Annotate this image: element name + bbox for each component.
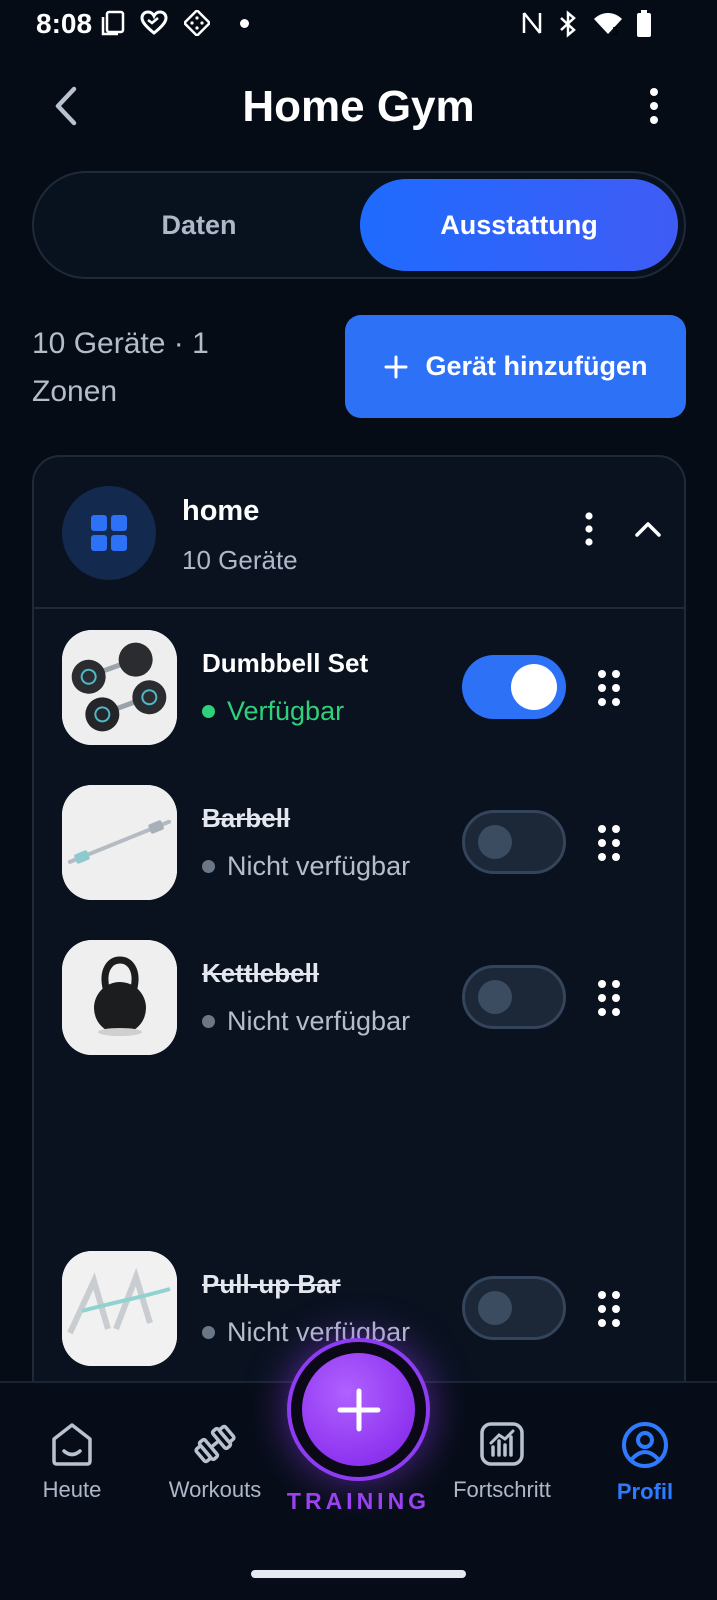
equipment-status-label: Nicht verfügbar	[227, 851, 411, 881]
status-bar: 8:08 5	[0, 0, 717, 48]
chevron-up-icon	[635, 522, 661, 537]
bluetooth-icon	[560, 10, 576, 38]
tab-daten[interactable]: Daten	[40, 179, 358, 271]
equipment-status-label: Nicht verfügbar	[227, 1006, 411, 1036]
add-equipment-label: Gerät hinzufügen	[425, 351, 648, 381]
nav-item-heute[interactable]: Heute	[2, 1421, 142, 1503]
home-icon	[52, 1423, 92, 1466]
zone-name: home	[182, 495, 260, 527]
availability-toggle[interactable]	[462, 965, 566, 1029]
page-title: Home Gym	[242, 82, 475, 131]
add-equipment-button[interactable]: Gerät hinzufügen	[345, 315, 686, 418]
profile-icon	[622, 1422, 668, 1468]
nav-label: Fortschritt	[453, 1477, 551, 1502]
dumbbells-image	[62, 630, 177, 745]
training-fab[interactable]	[287, 1338, 430, 1481]
svg-text:5: 5	[612, 25, 619, 36]
drag-handle-icon[interactable]	[594, 1289, 624, 1329]
segmented-tabs: Daten Ausstattung	[32, 171, 686, 279]
dumbbell-icon	[194, 1424, 236, 1464]
equipment-summary: 10 Geräte · 1 Zonen	[32, 327, 209, 408]
equipment-status: Nicht verfügbar	[202, 851, 410, 882]
equipment-row[interactable]: Barbell Nicht verfügbar	[34, 785, 684, 901]
tab-ausstattung[interactable]: Ausstattung	[360, 179, 678, 271]
availability-toggle[interactable]	[462, 1276, 566, 1340]
training-fab-button[interactable]	[302, 1353, 415, 1466]
zone-more-button[interactable]	[574, 507, 604, 551]
plus-icon	[384, 355, 407, 378]
drag-handle-icon[interactable]	[594, 668, 624, 708]
kettlebell-image	[62, 940, 177, 1055]
training-fab-label: TRAINING	[286, 1488, 431, 1514]
dice-app-icon	[184, 10, 210, 36]
equipment-name: Barbell	[202, 803, 291, 833]
drag-handle-icon[interactable]	[594, 978, 624, 1018]
pullup-bar-image	[62, 1251, 177, 1366]
zone-header[interactable]: home 10 Geräte	[34, 457, 684, 609]
equipment-row[interactable]: Dumbbell Set Verfügbar	[34, 630, 684, 746]
wifi-icon: 5	[594, 13, 622, 36]
app-header: Home Gym	[0, 70, 717, 142]
battery-icon	[637, 10, 651, 37]
heart-app-icon	[140, 10, 168, 35]
zone-device-count: 10 Geräte	[182, 545, 298, 575]
plus-icon	[337, 1388, 380, 1431]
equipment-status: Nicht verfügbar	[202, 1006, 410, 1037]
more-vertical-icon	[585, 512, 593, 546]
equipment-name: Kettlebell	[202, 958, 320, 988]
nav-item-profil[interactable]: Profil	[575, 1421, 715, 1505]
chart-icon	[480, 1422, 524, 1466]
nav-label: Workouts	[168, 1477, 262, 1502]
equipment-name: Dumbbell Set	[202, 648, 369, 678]
equipment-name: Pull-up Bar	[202, 1269, 341, 1299]
status-indicator	[202, 1015, 215, 1028]
zone-avatar	[62, 486, 156, 580]
zone-collapse-button[interactable]	[628, 509, 668, 549]
status-indicator	[202, 860, 215, 873]
screenshot-icon	[101, 10, 125, 36]
status-indicator	[202, 1326, 215, 1339]
drag-handle-icon[interactable]	[594, 823, 624, 863]
nav-label: Profil	[616, 1479, 674, 1504]
equipment-row[interactable]: Kettlebell Nicht verfügbar	[34, 940, 684, 1056]
grid-icon	[91, 515, 127, 551]
notification-dot-icon	[240, 19, 249, 28]
status-indicator	[202, 705, 215, 718]
availability-toggle[interactable]	[462, 655, 566, 719]
more-vertical-icon	[650, 88, 658, 124]
barbell-image	[62, 785, 177, 900]
equipment-status-label: Verfügbar	[227, 696, 345, 726]
equipment-status: Verfügbar	[202, 696, 344, 727]
more-options-button[interactable]	[632, 84, 676, 128]
home-indicator[interactable]	[251, 1570, 466, 1578]
nav-label: Heute	[42, 1477, 102, 1502]
status-time: 8:08	[36, 8, 93, 39]
availability-toggle[interactable]	[462, 810, 566, 874]
nfc-icon	[522, 12, 542, 34]
